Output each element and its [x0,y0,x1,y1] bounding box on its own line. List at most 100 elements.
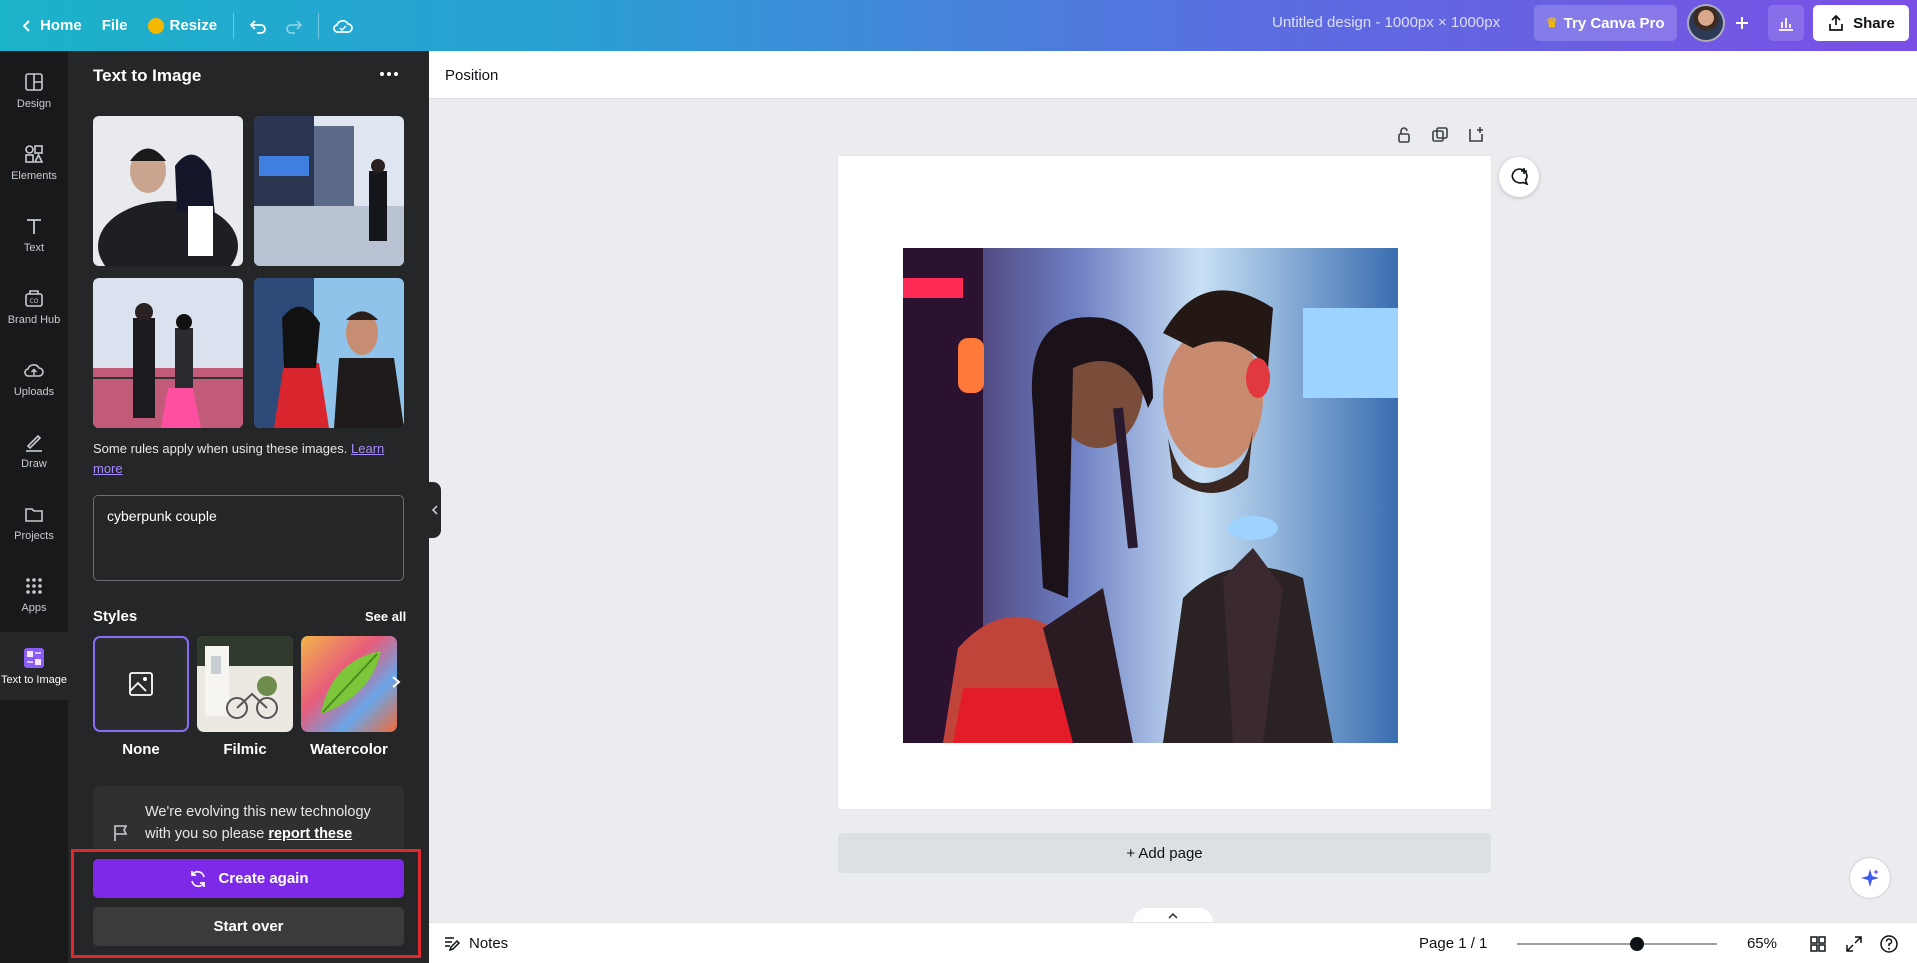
insights-button[interactable] [1768,5,1804,41]
resize-label: Resize [169,17,218,34]
text-to-image-icon [24,647,44,668]
rules-text: Some rules apply when using these images… [93,441,348,456]
lock-icon[interactable] [1394,125,1414,150]
magic-assistant-button[interactable] [1849,857,1891,899]
sparkle-icon [1861,869,1879,887]
share-button[interactable]: Share [1813,5,1909,41]
page-tools [1394,125,1486,150]
page-counter[interactable]: Page 1 / 1 [1419,935,1487,952]
rail-item-label: Text to Image [0,673,68,686]
zoom-slider[interactable] [1517,943,1717,945]
rail-item-brand-hub[interactable]: CO Brand Hub [0,272,68,340]
more-options-button[interactable] [374,61,404,87]
document-title[interactable]: Untitled design - 1000px × 1000px [1272,14,1500,31]
rail-item-text[interactable]: Text [0,200,68,268]
undo-button[interactable] [240,8,276,44]
share-label: Share [1853,14,1895,32]
notice-text: We're evolving this new technology with … [145,801,395,845]
grid-view-button[interactable] [1807,933,1829,955]
rail-item-label: Apps [21,601,47,614]
save-status-button[interactable] [325,8,361,44]
try-canva-pro-button[interactable]: ♛ Try Canva Pro [1534,5,1677,41]
panel-title: Text to Image [93,66,202,85]
rail-item-design[interactable]: Design [0,56,68,124]
rail-item-label: Projects [14,529,54,542]
style-name: None [122,741,160,758]
start-over-button[interactable]: Start over [93,907,404,946]
create-again-label: Create again [218,870,309,887]
file-menu-button[interactable]: File [92,8,138,44]
home-button[interactable]: Home [10,8,92,44]
bottom-bar: Notes Page 1 / 1 65% [429,922,1917,963]
rail-item-apps[interactable]: Apps [0,560,68,628]
chevron-left-icon [431,505,438,515]
text-icon [27,218,41,234]
avatar[interactable] [1687,4,1725,42]
rail-item-draw[interactable]: Draw [0,416,68,484]
upload-cloud-icon [24,363,44,377]
add-page-button[interactable]: + Add page [838,833,1491,873]
help-button[interactable] [1878,933,1900,955]
rail-item-label: Design [16,97,52,110]
notes-button[interactable]: Notes [443,934,508,952]
redo-button[interactable] [276,8,312,44]
rail-item-elements[interactable]: Elements [0,128,68,196]
rail-item-label: Text [23,241,45,254]
collapse-panel-button[interactable] [429,482,441,538]
vertical-scrollbar[interactable] [1904,99,1917,906]
add-collaborator-button[interactable] [1726,7,1758,39]
pen-icon [26,434,42,452]
text-to-image-panel: Text to Image Some rules apply when usin… [68,51,429,963]
top-toolbar: Home File Resize Untitled design - 1000p… [0,0,1917,51]
rail-item-text-to-image[interactable]: Text to Image [0,632,68,700]
brand-icon: CO [25,289,43,307]
shapes-icon [25,144,44,163]
generated-image-thumbnail[interactable] [93,278,243,428]
style-option-filmic[interactable] [197,636,293,732]
see-all-styles-link[interactable]: See all [365,609,406,624]
chevron-up-icon [1168,912,1178,919]
rail-item-projects[interactable]: Projects [0,488,68,556]
add-comment-button[interactable] [1499,157,1539,197]
rules-notice: Some rules apply when using these images… [93,439,393,479]
fullscreen-button[interactable] [1843,933,1865,955]
prompt-input[interactable]: cyberpunk couple [93,495,404,581]
rail-item-label: Brand Hub [7,313,61,326]
undo-icon [249,19,266,34]
rail-item-uploads[interactable]: Uploads [0,344,68,412]
show-pages-button[interactable] [1133,908,1213,922]
layout-icon [25,72,43,91]
position-button[interactable]: Position [445,67,498,84]
styles-scroll-right-button[interactable] [386,665,406,699]
chevron-left-icon [22,19,30,32]
create-again-button[interactable]: Create again [93,859,404,898]
zoom-slider-handle[interactable] [1630,937,1644,951]
divider [318,12,320,39]
style-option-watercolor[interactable] [301,636,397,732]
generated-image-thumbnail[interactable] [93,116,243,266]
crown-icon [147,17,164,34]
refresh-icon [191,870,206,887]
add-page-icon[interactable] [1466,125,1486,150]
resize-button[interactable]: Resize [138,8,228,44]
duplicate-page-icon[interactable] [1430,125,1450,150]
image-icon [129,672,153,696]
report-link[interactable]: report these [268,826,352,842]
folder-icon [25,507,43,522]
rail-item-label: Uploads [13,385,55,398]
comment-plus-icon [1511,168,1529,186]
generated-image-thumbnail[interactable] [254,278,404,428]
crown-icon: ♛ [1546,15,1558,30]
redo-icon [286,19,303,34]
generated-image-thumbnail[interactable] [254,116,404,266]
bar-chart-icon [1779,18,1793,31]
style-option-none[interactable] [93,636,189,732]
style-name: Filmic [223,741,267,758]
plus-icon [1736,17,1748,29]
generated-image-on-canvas[interactable] [903,248,1398,743]
zoom-percentage[interactable]: 65% [1707,935,1777,952]
start-over-label: Start over [213,918,284,935]
home-label: Home [40,17,82,34]
rail-item-label: Draw [21,457,47,470]
notes-label: Notes [469,934,509,952]
